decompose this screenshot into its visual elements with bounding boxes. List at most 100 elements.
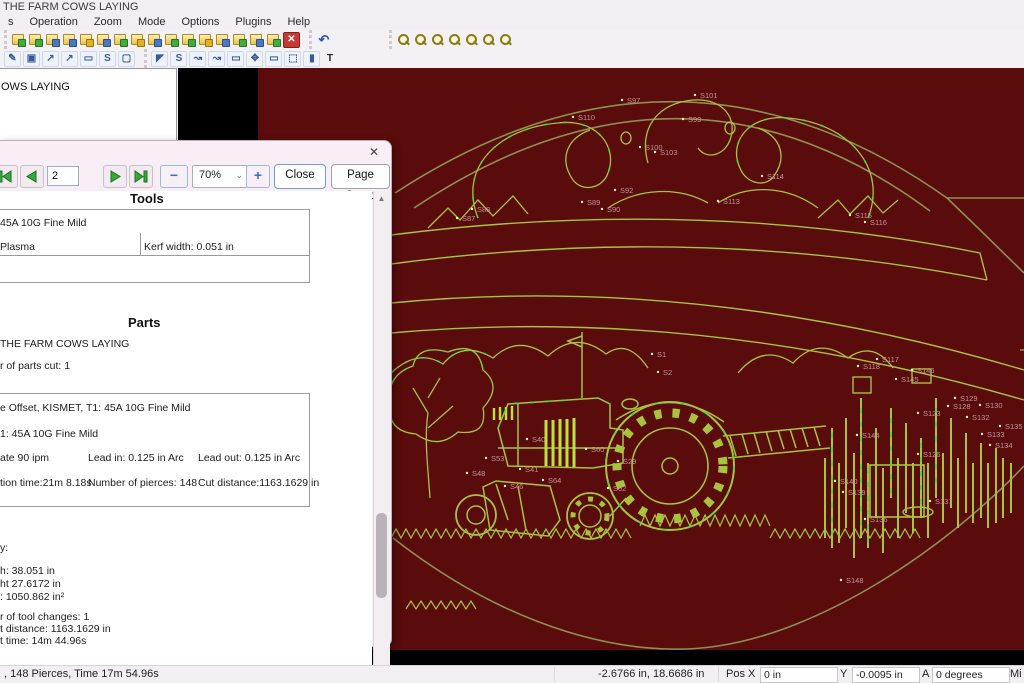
tool-line: 1: 45A 10G Fine Mild: [0, 428, 98, 440]
show-material-icon[interactable]: ▢: [118, 51, 135, 67]
copy-part-icon[interactable]: [96, 33, 111, 47]
pierce-point: [717, 200, 719, 202]
zoom-sheet-icon[interactable]: [498, 33, 513, 47]
last-page-button[interactable]: [129, 165, 153, 188]
group-parts-icon[interactable]: [198, 33, 213, 47]
zoom-window-icon[interactable]: [464, 33, 479, 47]
menu-mode[interactable]: Mode: [130, 15, 174, 30]
part-label: S133: [987, 430, 1005, 439]
pierce-point: [639, 146, 641, 148]
pos-y-field[interactable]: -0.0095 in: [852, 667, 920, 683]
pos-x-field[interactable]: 0 in: [760, 667, 838, 683]
tool-type: Plasma: [0, 241, 35, 253]
pierce-point: [840, 579, 842, 581]
run-post-processor-icon[interactable]: [11, 33, 26, 47]
menu-zoom[interactable]: Zoom: [86, 15, 130, 30]
close-button[interactable]: Close: [274, 164, 326, 189]
pierce-point: [917, 453, 919, 455]
zoom-drawing-icon[interactable]: [481, 33, 496, 47]
next-page-button[interactable]: [103, 165, 127, 188]
zoom-in-button[interactable]: +: [246, 165, 270, 188]
add-part-icon[interactable]: [130, 33, 145, 47]
pan-view-icon[interactable]: ▭: [80, 51, 97, 67]
show-sheet-tool-icon[interactable]: ▭: [265, 51, 282, 67]
part-label: S110: [578, 113, 595, 122]
part-label: S134: [995, 441, 1013, 450]
parts-count: r of parts cut: 1: [0, 360, 70, 372]
zoom-toolbar-group: [389, 30, 514, 49]
rubber-band-tool-icon[interactable]: ⬚: [284, 51, 301, 67]
raise-part-icon[interactable]: [164, 33, 179, 47]
move-origin-icon[interactable]: ↗: [42, 51, 59, 67]
sheet-options-icon[interactable]: [266, 33, 281, 47]
part-label: S137: [935, 497, 953, 506]
contour-edit-icon[interactable]: ✎: [4, 51, 21, 67]
pierce-point: [572, 116, 574, 118]
summary-distance: t distance: 1163.1629 in: [0, 623, 111, 635]
page-number-input[interactable]: 2: [47, 166, 79, 186]
text-tool-icon[interactable]: T: [322, 52, 337, 66]
node-edit-icon[interactable]: ▣: [23, 51, 40, 67]
summary-label: y:: [0, 542, 8, 554]
delete-part-icon[interactable]: ✕: [283, 32, 300, 48]
paste-part-icon[interactable]: [113, 33, 128, 47]
summary-width: h: 38.051 in: [0, 565, 55, 577]
part-label: S140: [840, 477, 858, 486]
nest-parts-icon[interactable]: [249, 33, 264, 47]
pierce-point: [966, 416, 968, 418]
part-label: S2: [663, 368, 672, 377]
select-tool-icon[interactable]: ◤: [151, 51, 168, 67]
menu-options[interactable]: Options: [173, 15, 227, 30]
feed-rate: ate 90 ipm: [0, 452, 49, 464]
previous-page-button[interactable]: [20, 165, 44, 188]
zoom-all-icon[interactable]: [447, 33, 462, 47]
zoom-out-icon[interactable]: [413, 33, 428, 47]
angle-field[interactable]: 0 degrees: [932, 667, 1010, 683]
page-setup-button[interactable]: Page Setup: [331, 164, 390, 189]
array-copy-icon[interactable]: [232, 33, 247, 47]
pierce-point: [617, 460, 619, 462]
pierce-point: [864, 221, 866, 223]
import-part-icon[interactable]: [28, 33, 43, 47]
part-label: S128: [953, 402, 971, 411]
pierce-point: [581, 201, 583, 203]
menu-operation[interactable]: Operation: [22, 15, 86, 30]
preview-scrollbar[interactable]: ▲ ▼: [373, 191, 390, 683]
contour-select-tool-icon[interactable]: ▭: [227, 51, 244, 67]
undo-icon[interactable]: ↶: [316, 33, 331, 47]
scroll-thumb[interactable]: [376, 513, 387, 598]
rotate-part-icon[interactable]: ↗: [61, 51, 78, 67]
pierce-point: [504, 485, 506, 487]
ungroup-parts-icon[interactable]: [215, 33, 230, 47]
title-bar: THE FARM COWS LAYING: [0, 0, 1024, 15]
duplicate-part-icon[interactable]: [79, 33, 94, 47]
cut-order-tool-icon[interactable]: ↝: [208, 51, 225, 67]
set-start-point-icon[interactable]: S: [99, 51, 116, 67]
zoom-level-select[interactable]: 70% ⌄: [192, 165, 248, 188]
lower-part-icon[interactable]: [181, 33, 196, 47]
part-label: S101: [700, 91, 718, 100]
part-options-icon[interactable]: [62, 33, 77, 47]
part-label: S88: [477, 205, 490, 214]
snap-tool-icon[interactable]: ▮: [303, 51, 320, 67]
menu-s[interactable]: s: [0, 15, 22, 30]
zoom-out-button[interactable]: −: [160, 165, 188, 188]
cut-direction-tool-icon[interactable]: ↝: [189, 51, 206, 67]
remove-part-icon[interactable]: [147, 33, 162, 47]
menu-plugins[interactable]: Plugins: [227, 15, 279, 30]
menu-help[interactable]: Help: [279, 15, 318, 30]
zoom-part-icon[interactable]: [430, 33, 445, 47]
first-page-button[interactable]: [0, 165, 18, 188]
pierce-point: [585, 448, 587, 450]
start-point-tool-icon[interactable]: S: [170, 51, 187, 67]
part-label: S97: [627, 96, 640, 105]
pierce-point: [456, 217, 458, 219]
edit-part-icon[interactable]: [45, 33, 60, 47]
zoom-in-icon[interactable]: [396, 33, 411, 47]
pierce-point: [981, 433, 983, 435]
dialog-close-icon[interactable]: ✕: [365, 144, 383, 160]
part-list-item[interactable]: OWS LAYING: [0, 69, 176, 93]
scroll-up-icon[interactable]: ▲: [375, 191, 388, 206]
move-part-tool-icon[interactable]: ✥: [246, 51, 263, 67]
part-label: S92: [620, 186, 633, 195]
